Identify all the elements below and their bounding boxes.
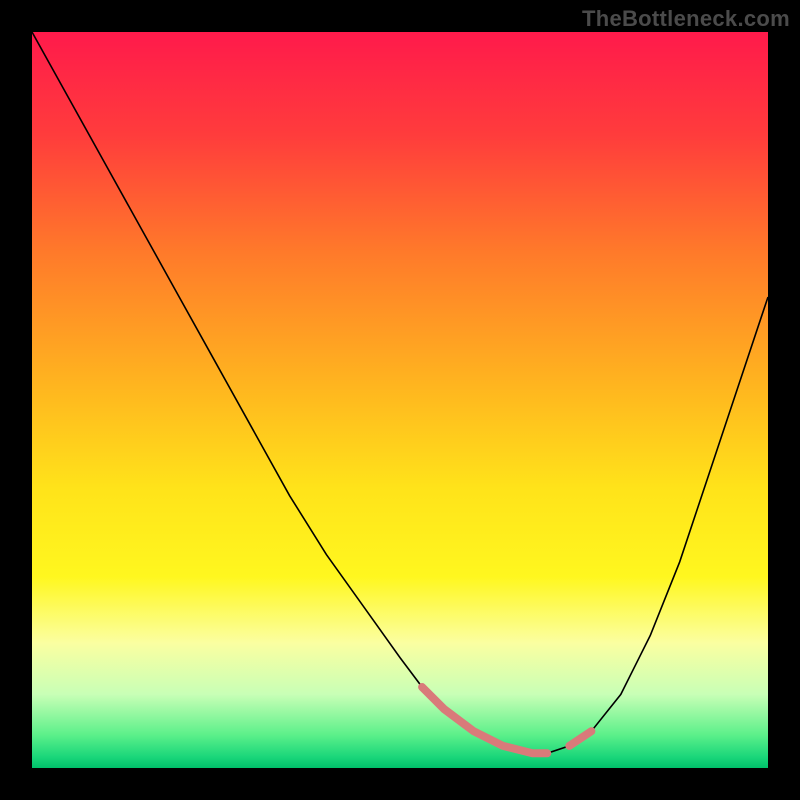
chart-frame: TheBottleneck.com [0, 0, 800, 800]
watermark-text: TheBottleneck.com [582, 6, 790, 32]
plot-area [32, 32, 768, 768]
bottleneck-chart [32, 32, 768, 768]
